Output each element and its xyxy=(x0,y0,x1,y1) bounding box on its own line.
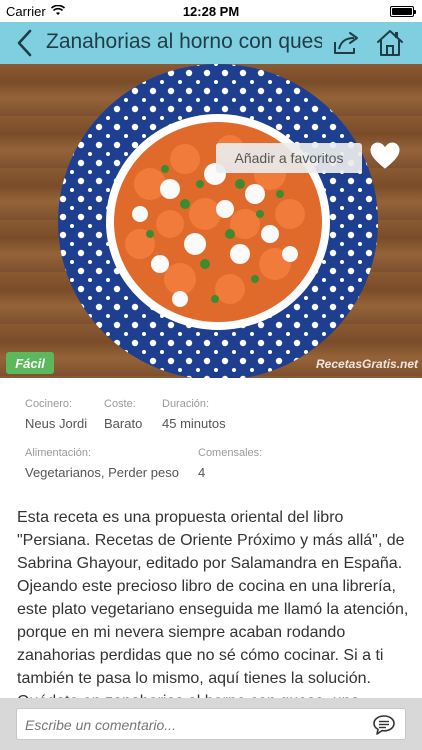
chat-bubble-icon xyxy=(373,715,395,735)
battery-tip xyxy=(414,10,416,14)
comment-bar xyxy=(0,698,422,750)
diners-label: Comensales: xyxy=(198,447,263,459)
dish-illustration xyxy=(58,64,378,378)
cost-label: Coste: xyxy=(104,398,136,410)
diet-field: Alimentación: Vegetarianos, Perder peso xyxy=(25,447,179,480)
status-time: 12:28 PM xyxy=(182,4,240,19)
diet-value: Vegetarianos, Perder peso xyxy=(25,465,179,480)
cook-value: Neus Jordi xyxy=(25,416,88,431)
cost-value: Barato xyxy=(104,416,143,431)
diet-label: Alimentación: xyxy=(25,447,92,459)
home-button[interactable] xyxy=(372,26,408,60)
cost-field: Coste: Barato xyxy=(104,398,142,431)
page-title: Zanahorias al horno con ques xyxy=(46,30,322,53)
diners-value: 4 xyxy=(198,465,206,480)
watermark: RecetasGratis.net xyxy=(316,357,419,371)
status-bar: Carrier 12:28 PM xyxy=(0,0,422,22)
home-icon xyxy=(377,30,403,56)
recipe-photo: Añadir a favoritos Fácil RecetasGratis.n… xyxy=(0,64,422,378)
back-chevron-icon xyxy=(17,29,32,57)
duration-label: Duración: xyxy=(162,398,210,410)
duration-field: Duración: 45 minutos xyxy=(162,398,226,431)
battery-icon xyxy=(390,6,416,17)
share-icon xyxy=(334,32,358,54)
heart-icon xyxy=(370,142,400,169)
share-button[interactable] xyxy=(330,28,362,58)
comment-send-button[interactable] xyxy=(371,713,397,737)
cook-field: Cocinero: Neus Jordi xyxy=(25,398,87,431)
comment-field-container xyxy=(16,708,406,740)
duration-value: 45 minutos xyxy=(162,416,226,431)
difficulty-badge: Fácil xyxy=(6,352,54,374)
recipe-info: Cocinero: Neus Jordi Coste: Barato Durac… xyxy=(0,378,422,496)
cook-label: Cocinero: xyxy=(25,398,73,410)
add-to-favorites-label[interactable]: Añadir a favoritos xyxy=(216,143,362,173)
favorite-button[interactable] xyxy=(370,142,402,172)
navigation-bar: Zanahorias al horno con ques xyxy=(0,22,422,64)
comment-input[interactable] xyxy=(25,715,365,735)
back-button[interactable] xyxy=(8,26,40,60)
battery-fill xyxy=(392,8,412,15)
diners-field: Comensales: 4 xyxy=(198,447,262,480)
